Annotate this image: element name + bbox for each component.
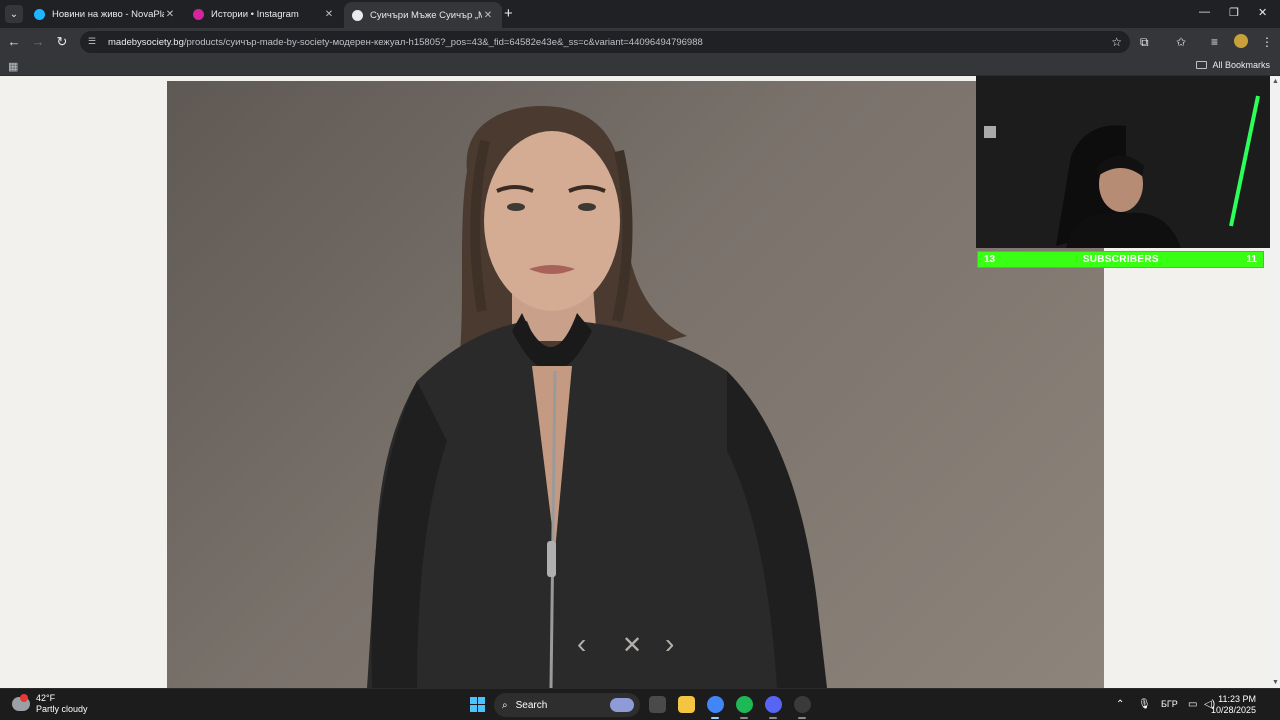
weather-temperature: 42°F xyxy=(36,693,56,703)
obs-icon[interactable] xyxy=(794,696,811,713)
tray-overflow-icon[interactable]: ⌃ xyxy=(1116,699,1124,710)
tab-madebysociety[interactable]: Суичъри Мъже Суичър „Mad ✕ xyxy=(344,2,502,28)
instagram-favicon-icon xyxy=(193,8,204,20)
task-view-icon[interactable] xyxy=(649,696,666,713)
weather-widget[interactable]: 42°F Partly cloudy xyxy=(12,693,88,715)
lightbox-close-icon[interactable]: ✕ xyxy=(622,631,642,660)
clock-date: 10/28/2025 xyxy=(1210,705,1256,715)
webcam-overlay xyxy=(976,76,1270,248)
profile-avatar[interactable] xyxy=(1234,34,1248,48)
tab-close-icon[interactable]: ✕ xyxy=(164,9,176,20)
maximize-icon[interactable]: ❐ xyxy=(1229,6,1239,19)
lightbox-next-icon[interactable]: › xyxy=(665,628,674,660)
tab-search-button[interactable]: ⌄ xyxy=(5,5,23,23)
url-text: madebysociety.bg/products/суичър-made-by… xyxy=(108,37,703,48)
lightbox-prev-icon[interactable]: ‹ xyxy=(577,628,586,660)
address-bar[interactable]: ☰ madebysociety.bg/products/суичър-made-… xyxy=(80,31,1130,53)
microphone-icon[interactable]: 🎙 xyxy=(1138,699,1151,710)
search-label: Search xyxy=(515,699,548,711)
model-illustration xyxy=(367,106,827,688)
windows-taskbar: 42°F Partly cloudy ⌕ Search ⌃ 🎙 БГР ▭ ◁)… xyxy=(0,688,1280,720)
site-info-icon[interactable]: ☰ xyxy=(88,36,100,48)
all-bookmarks-button[interactable]: All Bookmarks xyxy=(1196,60,1270,70)
discord-running-indicator xyxy=(769,717,777,719)
cloud-icon xyxy=(12,694,30,711)
bookmark-star-icon[interactable]: ☆ xyxy=(1111,35,1122,49)
folder-icon xyxy=(1196,61,1208,69)
minimize-icon[interactable]: — xyxy=(1199,6,1210,18)
tab-label: Новини на живо - NovaPlay xyxy=(52,8,164,20)
product-lightbox-image[interactable]: ‹ ✕ › xyxy=(167,81,1104,688)
subscriber-left-count: 13 xyxy=(984,254,996,265)
subscriber-right-count: 11 xyxy=(1246,254,1257,265)
tab-close-icon[interactable]: ✕ xyxy=(482,10,494,21)
all-bookmarks-label: All Bookmarks xyxy=(1212,60,1270,70)
novaplay-favicon-icon xyxy=(34,8,45,20)
reading-list-icon[interactable]: ✩ xyxy=(1176,35,1186,49)
copilot-icon xyxy=(610,698,634,712)
spotify-icon[interactable] xyxy=(736,696,753,713)
chrome-active-indicator xyxy=(711,717,719,719)
spotify-running-indicator xyxy=(740,717,748,719)
menu-dots-icon[interactable]: ⋮ xyxy=(1261,35,1273,49)
obs-running-indicator xyxy=(798,717,806,719)
network-icon[interactable]: ▭ xyxy=(1188,699,1197,710)
scroll-down-icon[interactable]: ▼ xyxy=(1272,679,1279,686)
tab-strip: ⌄ Новини на живо - NovaPlay ✕ Истории • … xyxy=(0,0,1280,28)
tab-instagram[interactable]: Истории • Instagram ✕ xyxy=(185,2,343,26)
tab-close-icon[interactable]: ✕ xyxy=(323,9,335,20)
clock-time: 11:23 PM xyxy=(1218,694,1256,704)
scroll-up-icon[interactable]: ▲ xyxy=(1272,78,1279,85)
bookmarks-bar: ▦ All Bookmarks xyxy=(0,56,1280,76)
taskbar-search[interactable]: ⌕ Search xyxy=(494,693,640,717)
media-controls-icon[interactable]: ≡ xyxy=(1211,35,1218,49)
discord-icon[interactable] xyxy=(765,696,782,713)
page-scrollbar[interactable]: ▲ ▼ xyxy=(1270,76,1280,688)
weather-condition: Partly cloudy xyxy=(36,704,88,714)
file-explorer-icon[interactable] xyxy=(678,696,695,713)
close-window-icon[interactable]: ✕ xyxy=(1258,6,1267,19)
back-arrow-icon[interactable]: ← xyxy=(5,33,23,51)
new-tab-icon[interactable]: + xyxy=(504,6,513,21)
apps-grid-icon[interactable]: ▦ xyxy=(8,60,18,73)
subscriber-label: SUBSCRIBERS xyxy=(1082,254,1159,265)
subscriber-goal-bar: 13 SUBSCRIBERS 11 xyxy=(977,251,1264,268)
site-favicon-icon xyxy=(352,9,363,21)
chrome-icon[interactable] xyxy=(707,696,724,713)
url-path: /products/суичър-made-by-society-модерен… xyxy=(183,36,703,48)
tab-novaplay[interactable]: Новини на живо - NovaPlay ✕ xyxy=(26,2,184,26)
webcam-feed xyxy=(976,76,1270,248)
reload-icon[interactable]: ↻ xyxy=(53,33,71,51)
tab-label: Суичъри Мъже Суичър „Mad xyxy=(370,9,482,21)
url-domain: madebysociety.bg xyxy=(108,36,184,48)
input-language[interactable]: БГР xyxy=(1161,699,1178,709)
extensions-icon[interactable]: ⧉ xyxy=(1140,35,1149,50)
forward-arrow-icon[interactable]: → xyxy=(29,33,47,51)
tab-label: Истории • Instagram xyxy=(211,8,299,20)
system-clock[interactable]: 11:23 PM 10/28/2025 xyxy=(1211,694,1256,716)
search-icon: ⌕ xyxy=(502,699,508,711)
browser-toolbar: ← → ↻ ☰ madebysociety.bg/products/суичър… xyxy=(0,28,1280,56)
windows-start-icon[interactable] xyxy=(470,697,485,712)
